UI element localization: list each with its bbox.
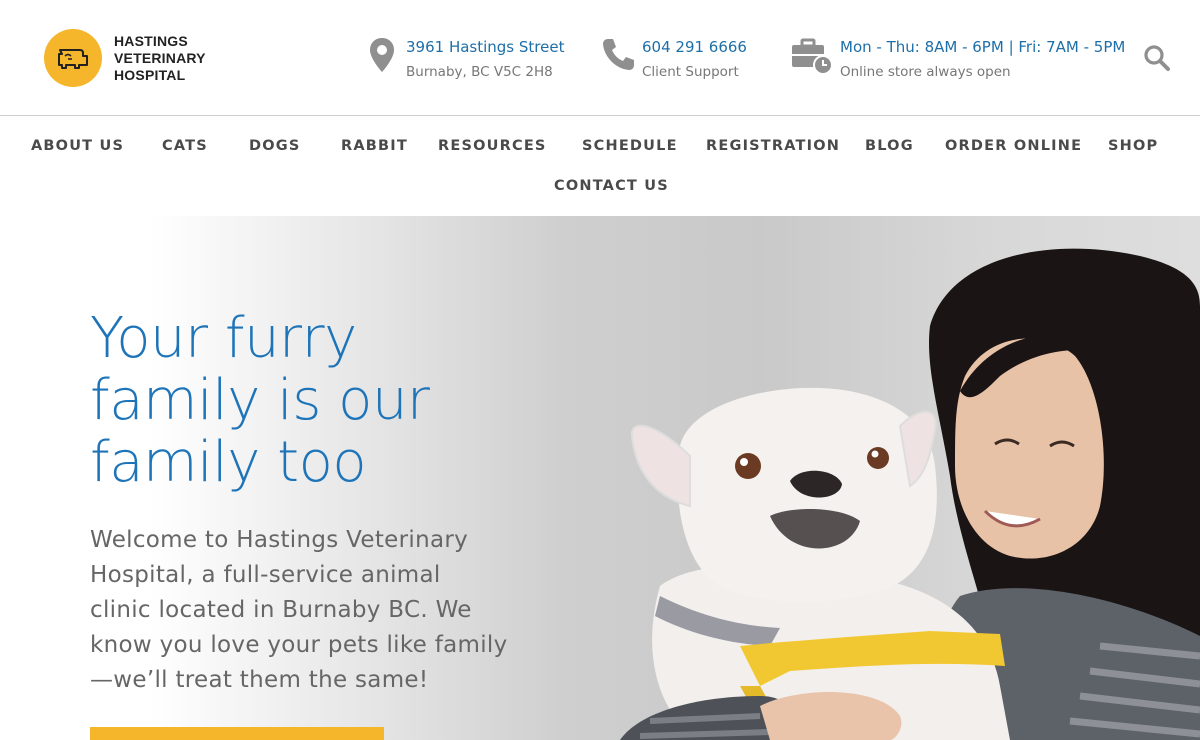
logo-text: HASTINGS VETERINARY HOSPITAL	[114, 33, 206, 84]
hours-caption: Online store always open	[840, 64, 1011, 80]
site-logo[interactable]: HASTINGS VETERINARY HOSPITAL	[44, 28, 214, 88]
address-block: 3961 Hastings Street Burnaby, BC V5C 2H8	[364, 36, 564, 86]
briefcase-clock-icon	[790, 36, 834, 76]
pet-logo-icon	[58, 49, 88, 69]
phone-block: 604 291 6666 Client Support	[600, 36, 747, 86]
nav-contact-us[interactable]: CONTACT US	[554, 178, 669, 194]
logo-line: HASTINGS	[114, 32, 188, 49]
logo-badge	[44, 29, 102, 87]
nav-shop[interactable]: SHOP	[1108, 138, 1158, 154]
hero-description: Welcome to Hastings Veterinary Hospital,…	[90, 523, 560, 698]
hero-text-line: clinic located in Burnaby BC. We	[90, 597, 472, 623]
hero-text-line: Hospital, a full-service animal	[90, 562, 441, 588]
hours-block: Mon - Thu: 8AM - 6PM | Fri: 7AM - 5PM On…	[790, 36, 1125, 86]
search-button[interactable]	[1143, 44, 1171, 72]
map-pin-icon	[364, 36, 400, 76]
hero-text-line: —we’ll treat them the same!	[90, 667, 429, 693]
hero-section: Your furry family is our family too Welc…	[0, 216, 1200, 740]
nav-schedule[interactable]: SCHEDULE	[582, 138, 678, 154]
hero-cta-button[interactable]	[90, 727, 384, 740]
logo-line: HOSPITAL	[114, 66, 186, 83]
phone-number-link[interactable]: 604 291 6666	[642, 36, 747, 58]
nav-order-online[interactable]: ORDER ONLINE	[945, 138, 1082, 154]
hero-text-line: Welcome to Hastings Veterinary	[90, 527, 469, 553]
nav-cats[interactable]: CATS	[162, 138, 208, 154]
phone-icon	[600, 36, 636, 76]
search-icon	[1144, 45, 1170, 71]
phone-caption: Client Support	[642, 64, 739, 80]
hero-title-line: family is our	[90, 368, 430, 433]
nav-rabbit[interactable]: RABBIT	[341, 138, 408, 154]
nav-about-us[interactable]: ABOUT US	[31, 138, 124, 154]
address-city: Burnaby, BC V5C 2H8	[406, 64, 553, 80]
nav-resources[interactable]: RESOURCES	[438, 138, 547, 154]
nav-blog[interactable]: BLOG	[865, 138, 914, 154]
hero-text-line: know you love your pets like family	[90, 632, 508, 658]
hours-text: Mon - Thu: 8AM - 6PM | Fri: 7AM - 5PM	[840, 38, 1126, 56]
site-header: HASTINGS VETERINARY HOSPITAL 3961 Hastin…	[0, 0, 1200, 116]
main-nav: ABOUT US CATS DOGS RABBIT RESOURCES SCHE…	[0, 117, 1200, 216]
nav-registration[interactable]: REGISTRATION	[706, 138, 840, 154]
address-street-link[interactable]: 3961 Hastings Street	[406, 36, 564, 58]
nav-dogs[interactable]: DOGS	[249, 138, 301, 154]
hero-title-line: family too	[90, 430, 367, 495]
hero-title: Your furry family is our family too	[90, 308, 550, 494]
logo-line: VETERINARY	[114, 49, 206, 66]
hero-title-line: Your furry	[90, 306, 357, 371]
